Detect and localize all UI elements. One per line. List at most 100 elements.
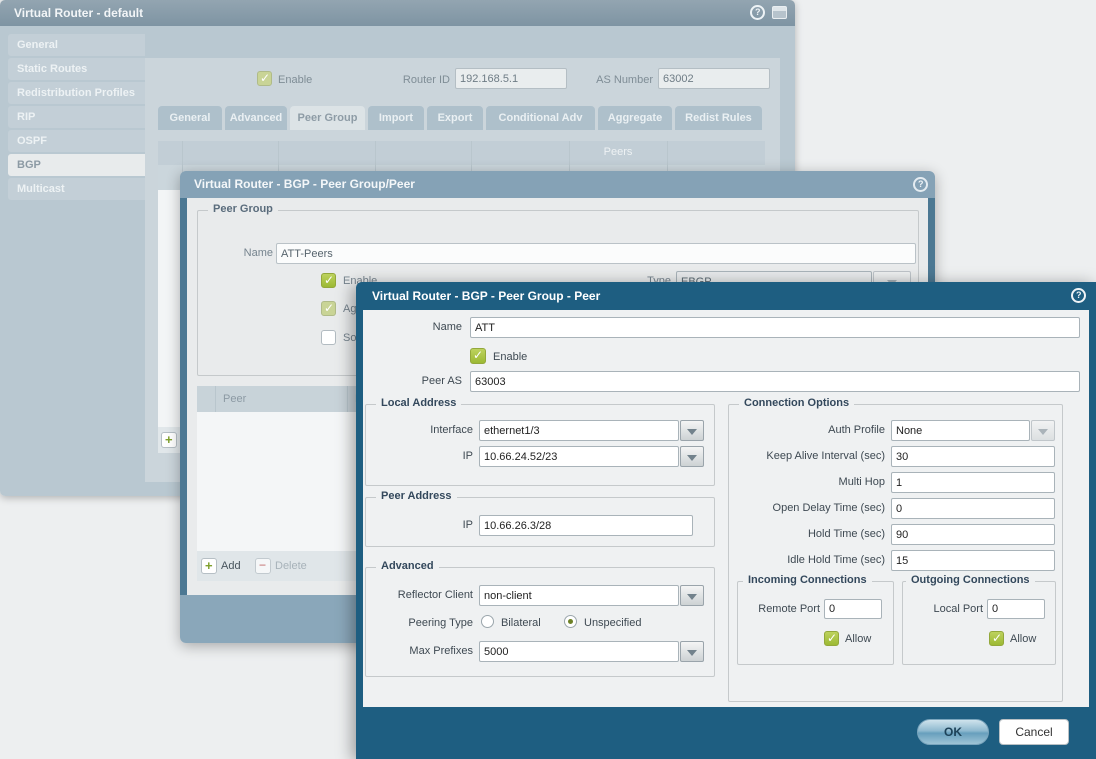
add-button[interactable]: Add (221, 560, 241, 572)
reflector-client-select[interactable] (479, 585, 679, 606)
soft-reset-checkbox[interactable] (321, 330, 336, 345)
delete-icon[interactable] (255, 558, 271, 574)
incoming-connections-fieldset: Incoming Connections Remote Port Allow (737, 581, 894, 665)
multi-hop-label: Multi Hop (735, 476, 885, 489)
remote-port-input[interactable] (824, 599, 882, 619)
incoming-allow-checkbox[interactable] (824, 631, 839, 646)
sidebar-item-ospf[interactable]: OSPF (8, 130, 145, 152)
peer-as-label: Peer AS (382, 375, 462, 388)
dialog-peer-body: Name Enable Peer AS Local Address Interf… (363, 310, 1089, 707)
local-address-legend: Local Address (376, 397, 461, 409)
peer-address-legend: Peer Address (376, 490, 457, 502)
aggregated-checkbox[interactable] (321, 301, 336, 316)
unspecified-label: Unspecified (584, 617, 641, 629)
peers-group-header-row: Peers (158, 141, 765, 165)
outgoing-allow-checkbox[interactable] (989, 631, 1004, 646)
ok-button[interactable]: OK (917, 719, 989, 745)
max-prefixes-label: Max Prefixes (373, 645, 473, 658)
name-label: Name (382, 321, 462, 334)
local-ip-select[interactable] (479, 446, 679, 467)
reflector-client-dropdown-icon[interactable] (680, 585, 704, 606)
local-address-fieldset: Local Address Interface IP (365, 404, 715, 486)
col-peer: Peer (223, 393, 246, 405)
peer-ip-input[interactable] (479, 515, 693, 536)
sidebar-item-static-routes[interactable]: Static Routes (8, 58, 145, 80)
as-number-label: AS Number (575, 74, 653, 87)
reflector-client-label: Reflector Client (373, 589, 473, 602)
help-icon[interactable] (1071, 288, 1086, 303)
dialog-peer-titlebar: Virtual Router - BGP - Peer Group - Peer (356, 282, 1096, 310)
interface-select[interactable] (479, 420, 679, 441)
tab-import[interactable]: Import (368, 106, 424, 130)
screen: Virtual Router - default General Static … (0, 0, 1096, 759)
sidebar-item-redistribution-profiles[interactable]: Redistribution Profiles (8, 82, 145, 104)
outgoing-connections-legend: Outgoing Connections (906, 574, 1035, 586)
delete-button[interactable]: Delete (275, 560, 307, 572)
local-port-label: Local Port (907, 603, 983, 616)
idle-hold-label: Idle Hold Time (sec) (735, 554, 885, 567)
peering-type-label: Peering Type (373, 617, 473, 630)
unspecified-radio[interactable] (564, 615, 577, 628)
tab-peer-group[interactable]: Peer Group (290, 106, 365, 130)
remote-port-label: Remote Port (742, 603, 820, 616)
sidebar-item-multicast[interactable]: Multicast (8, 178, 145, 200)
connection-options-fieldset: Connection Options Auth Profile Keep Ali… (728, 404, 1063, 702)
cancel-button[interactable]: Cancel (999, 719, 1069, 745)
sidebar-item-bgp[interactable]: BGP (8, 154, 145, 176)
add-icon[interactable] (161, 432, 177, 448)
bilateral-label: Bilateral (501, 617, 541, 629)
peer-name-input[interactable] (470, 317, 1080, 338)
help-icon[interactable] (750, 5, 765, 20)
interface-dropdown-icon[interactable] (680, 420, 704, 441)
max-prefixes-select[interactable] (479, 641, 679, 662)
as-number-input[interactable] (658, 68, 770, 89)
multi-hop-input[interactable] (891, 472, 1055, 493)
keep-alive-label: Keep Alive Interval (sec) (735, 450, 885, 463)
window-icon[interactable] (772, 6, 787, 19)
auth-profile-dropdown-icon[interactable] (1031, 420, 1055, 441)
dialog-peer-group-title: Virtual Router - BGP - Peer Group/Peer (194, 177, 415, 191)
dialog-virtual-router-titlebar: Virtual Router - default (0, 0, 795, 26)
peer-group-legend: Peer Group (208, 203, 278, 215)
local-port-input[interactable] (987, 599, 1045, 619)
open-delay-input[interactable] (891, 498, 1055, 519)
auth-profile-label: Auth Profile (765, 424, 885, 437)
tab-general[interactable]: General (158, 106, 222, 130)
auth-profile-select[interactable] (891, 420, 1030, 441)
dialog-peer-title: Virtual Router - BGP - Peer Group - Peer (372, 289, 600, 303)
help-icon[interactable] (913, 177, 928, 192)
peer-address-fieldset: Peer Address IP (365, 497, 715, 547)
tab-export[interactable]: Export (427, 106, 483, 130)
keep-alive-input[interactable] (891, 446, 1055, 467)
interface-label: Interface (393, 424, 473, 437)
sidebar-item-rip[interactable]: RIP (8, 106, 145, 128)
router-id-label: Router ID (360, 74, 450, 87)
peer-group-enable-checkbox[interactable] (321, 273, 336, 288)
bilateral-radio[interactable] (481, 615, 494, 628)
open-delay-label: Open Delay Time (sec) (735, 502, 885, 515)
idle-hold-input[interactable] (891, 550, 1055, 571)
incoming-allow-label: Allow (845, 633, 871, 645)
peers-group-header: Peers (471, 146, 765, 158)
router-id-input[interactable] (455, 68, 567, 89)
hold-time-label: Hold Time (sec) (735, 528, 885, 541)
dialog-virtual-router-title: Virtual Router - default (14, 6, 143, 20)
peer-as-input[interactable] (470, 371, 1080, 392)
peer-group-name-input[interactable] (276, 243, 916, 264)
advanced-legend: Advanced (376, 560, 439, 572)
tab-redist-rules[interactable]: Redist Rules (675, 106, 762, 130)
outgoing-allow-label: Allow (1010, 633, 1036, 645)
enable-checkbox[interactable] (470, 348, 486, 364)
tab-conditional-adv[interactable]: Conditional Adv (486, 106, 595, 130)
enable-label: Enable (493, 351, 527, 363)
tab-aggregate[interactable]: Aggregate (598, 106, 672, 130)
name-label: Name (213, 247, 273, 260)
tab-advanced[interactable]: Advanced (225, 106, 287, 130)
sidebar-item-general[interactable]: General (8, 34, 145, 56)
hold-time-input[interactable] (891, 524, 1055, 545)
bgp-enable-checkbox[interactable] (257, 71, 272, 86)
local-ip-dropdown-icon[interactable] (680, 446, 704, 467)
add-icon[interactable] (201, 558, 217, 574)
dialog-peer-group-titlebar: Virtual Router - BGP - Peer Group/Peer (180, 171, 935, 198)
max-prefixes-dropdown-icon[interactable] (680, 641, 704, 662)
